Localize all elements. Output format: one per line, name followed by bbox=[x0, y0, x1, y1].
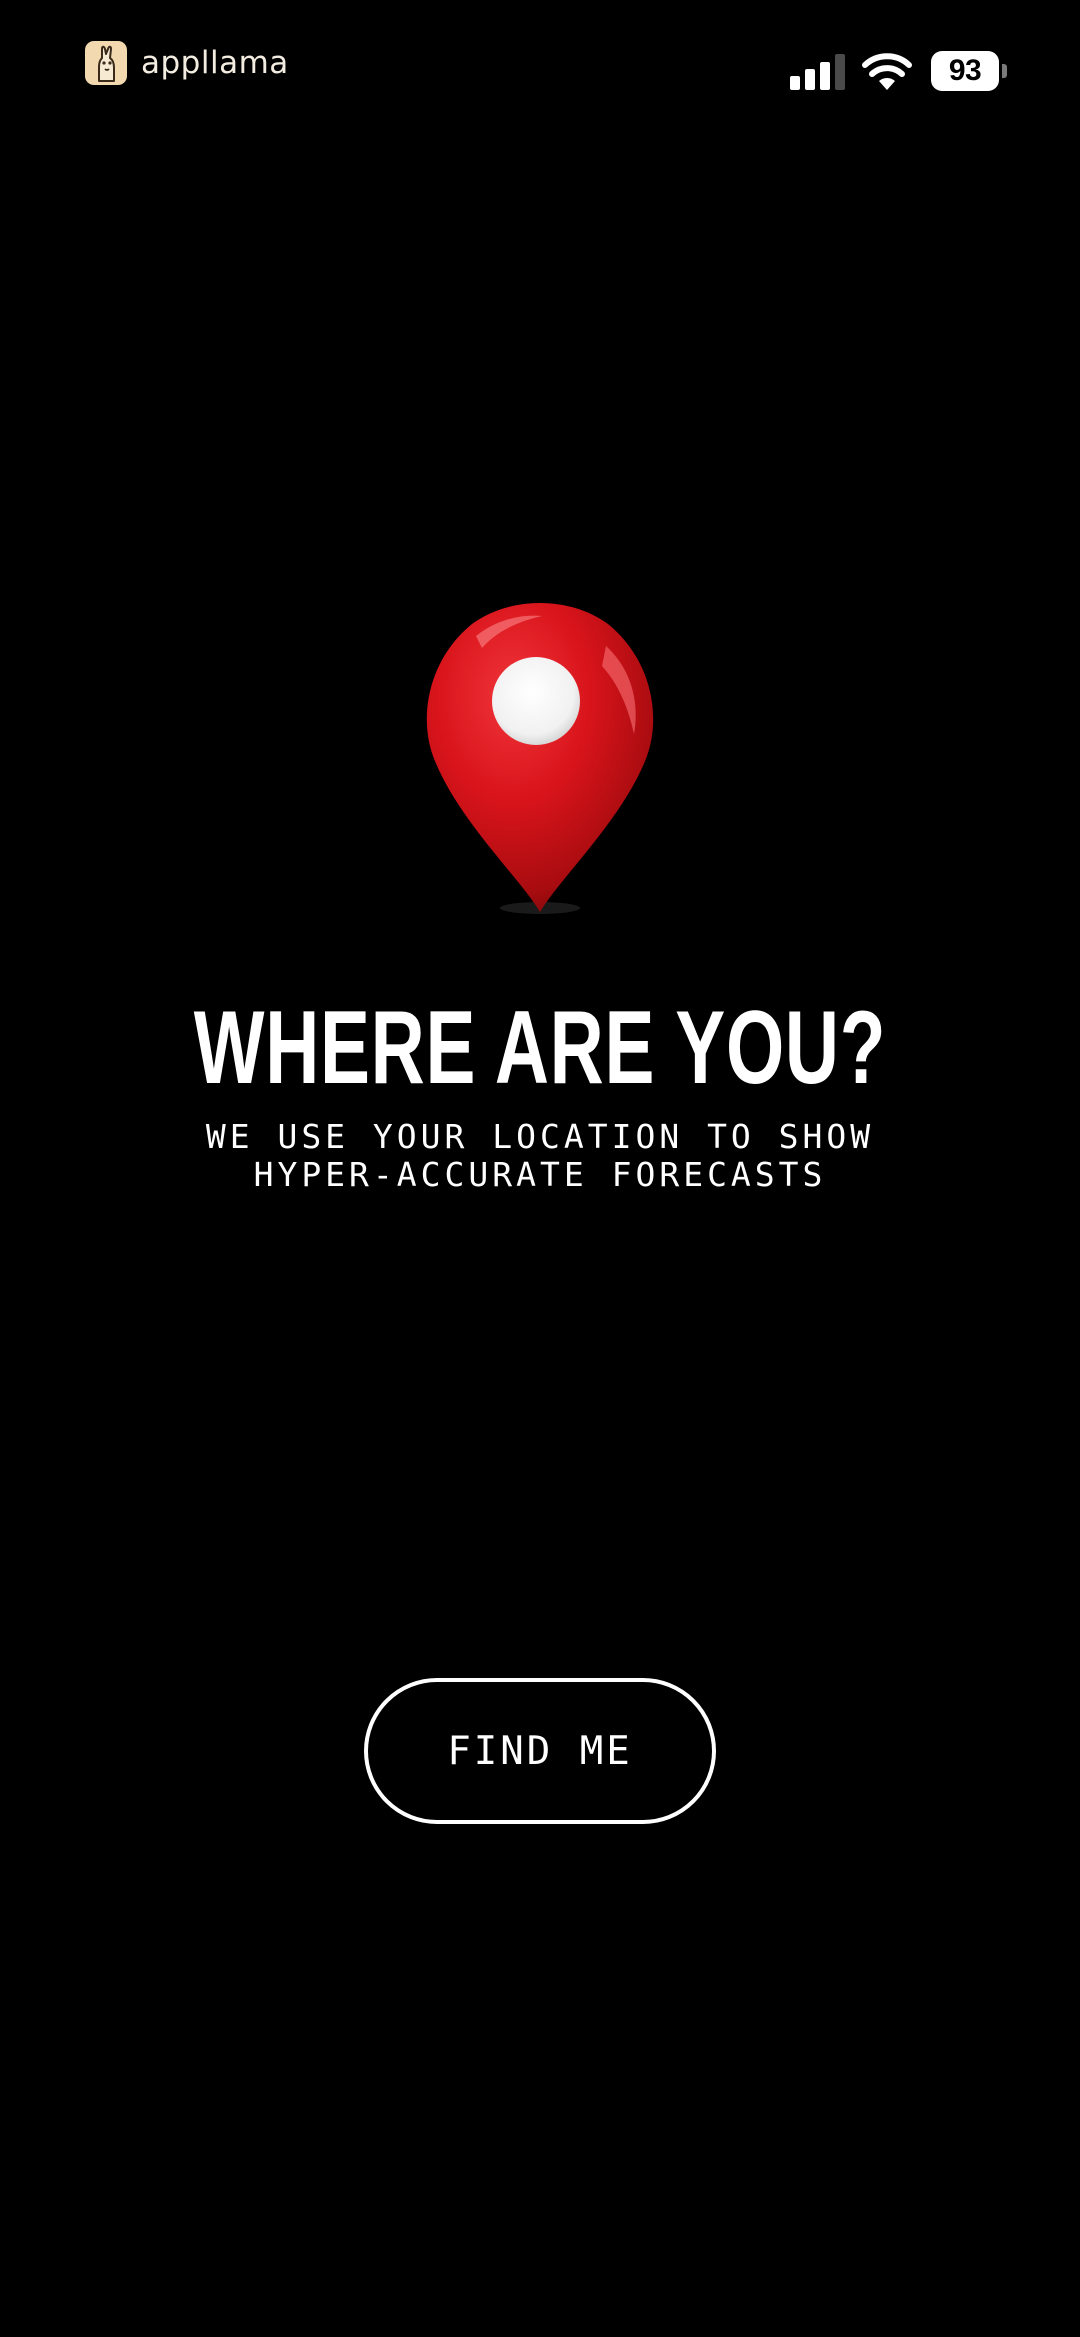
page-title: WHERE ARE YOU? bbox=[193, 990, 887, 1106]
battery-level: 93 bbox=[948, 54, 982, 87]
page-subtitle: WE USE YOUR LOCATION TO SHOW HYPER-ACCUR… bbox=[205, 1117, 875, 1194]
battery-body: 93 bbox=[931, 51, 999, 91]
wifi-icon bbox=[862, 53, 912, 90]
llama-logo-icon bbox=[85, 41, 127, 85]
location-pin-icon bbox=[426, 603, 654, 914]
brand-name: appllama bbox=[141, 45, 289, 81]
status-bar: appllama 93 bbox=[0, 0, 1080, 140]
battery-indicator: 93 bbox=[931, 51, 1009, 91]
brand: appllama bbox=[85, 40, 289, 86]
find-me-button[interactable]: FIND ME bbox=[364, 1678, 716, 1824]
find-me-label: FIND ME bbox=[447, 1728, 633, 1774]
battery-tip bbox=[1002, 64, 1007, 78]
cellular-signal-icon bbox=[790, 54, 845, 90]
